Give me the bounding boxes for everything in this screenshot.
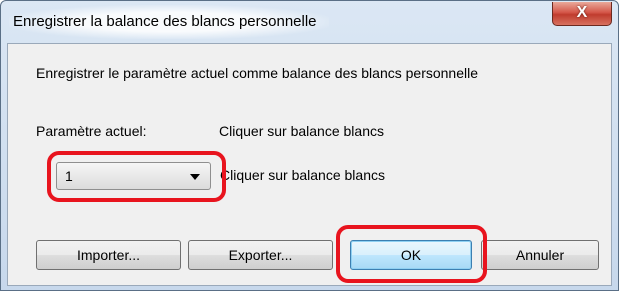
dialog-content: Enregistrer le paramètre actuel comme ba…	[7, 43, 612, 286]
dialog-window: Enregistrer la balance des blancs person…	[0, 0, 619, 291]
current-parameter-value: Cliquer sur balance blancs	[219, 123, 384, 139]
select-hint-text: Cliquer sur balance blancs	[220, 167, 385, 183]
window-title: Enregistrer la balance des blancs person…	[9, 5, 329, 39]
current-parameter-label: Paramètre actuel:	[36, 123, 147, 139]
cancel-button[interactable]: Annuler	[481, 240, 599, 270]
description-text: Enregistrer le paramètre actuel comme ba…	[36, 65, 479, 81]
close-button[interactable]: X	[552, 2, 612, 26]
title-bar[interactable]: Enregistrer la balance des blancs person…	[1, 1, 618, 43]
ok-highlight	[336, 225, 487, 283]
import-button[interactable]: Importer...	[36, 240, 181, 270]
select-highlight	[47, 151, 226, 202]
close-icon: X	[576, 4, 588, 21]
export-button[interactable]: Exporter...	[188, 240, 333, 270]
